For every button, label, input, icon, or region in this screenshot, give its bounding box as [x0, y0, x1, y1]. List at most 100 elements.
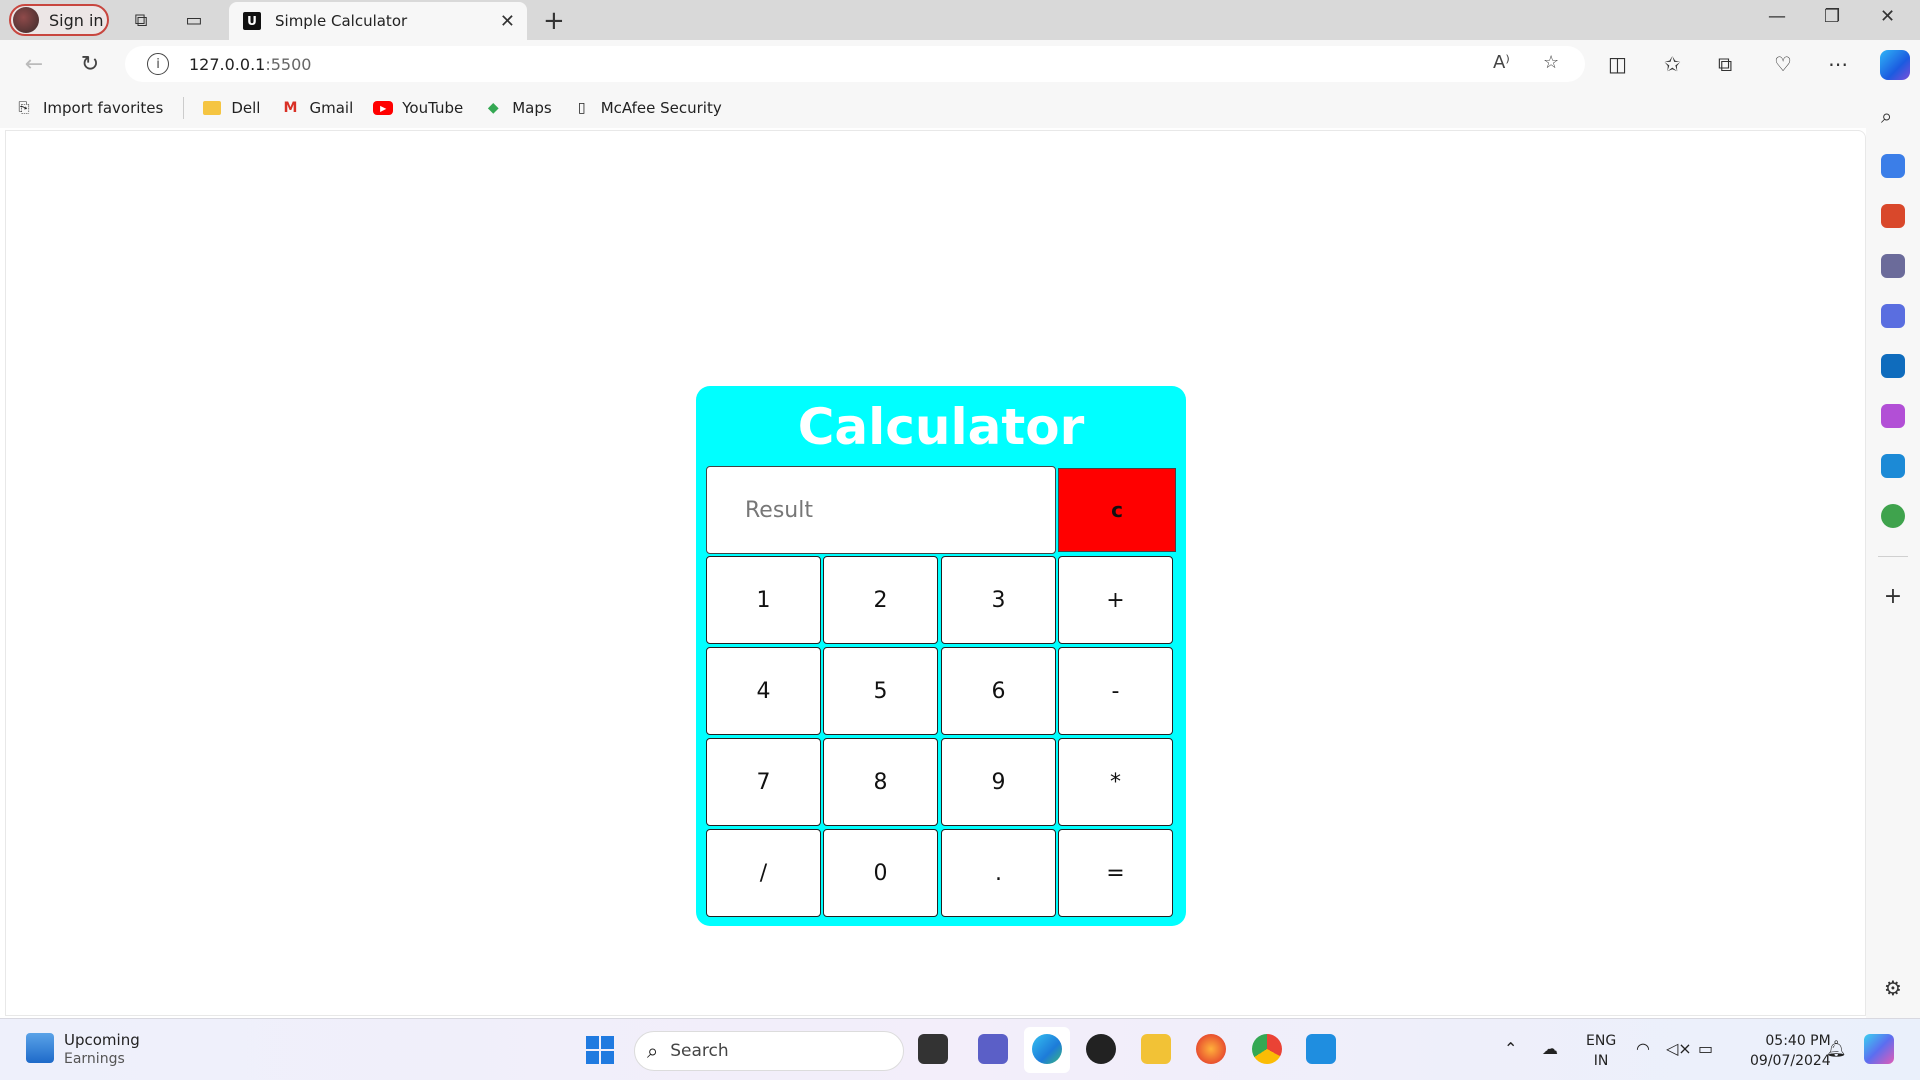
key-9-button[interactable]: 9 [941, 738, 1056, 826]
key-2-button[interactable]: 2 [823, 556, 938, 644]
key-8-button[interactable]: 8 [823, 738, 938, 826]
edge-icon[interactable] [1032, 1034, 1062, 1064]
favorite-youtube[interactable]: ▶ YouTube [373, 99, 463, 117]
more-options-icon[interactable]: ⋯ [1828, 52, 1848, 76]
favorite-label: Dell [231, 99, 261, 117]
battery-icon[interactable]: ▭ [1698, 1039, 1713, 1058]
address-bar[interactable]: i 127.0.0.1:5500 A⁾ ☆ [125, 46, 1585, 82]
key-plus-button[interactable]: + [1058, 556, 1173, 644]
tab-actions-icon[interactable]: ▭ [182, 8, 206, 32]
vscode-icon[interactable] [1306, 1034, 1336, 1064]
calculator-panel: Calculator c 123+456- 789* /0.= [696, 386, 1186, 926]
language-indicator[interactable]: ENG IN [1586, 1031, 1616, 1071]
games-icon[interactable] [1881, 254, 1905, 278]
workspaces-icon[interactable]: ⧉ [129, 8, 153, 32]
shopping-icon[interactable] [1881, 154, 1905, 178]
widget-subtitle[interactable]: Earnings [64, 1051, 125, 1067]
youtube-icon: ▶ [373, 99, 394, 117]
tab-favicon: U [243, 12, 261, 30]
favorite-gmail[interactable]: M Gmail [280, 99, 354, 117]
favorite-maps[interactable]: ◆ Maps [483, 99, 552, 117]
widget-title[interactable]: Upcoming [64, 1031, 140, 1049]
search-icon: ⌕ [647, 1039, 659, 1063]
designer-icon[interactable] [1881, 404, 1905, 428]
task-view-icon[interactable] [918, 1034, 948, 1064]
close-tab-icon[interactable]: ✕ [500, 11, 515, 32]
favorite-mcafee[interactable]: ▯ McAfee Security [572, 99, 722, 117]
favorite-star-icon[interactable]: ☆ [1543, 52, 1559, 73]
sign-in-button[interactable]: Sign in [9, 4, 109, 36]
key-7-button[interactable]: 7 [706, 738, 821, 826]
settings-gear-icon[interactable]: ⚙ [1881, 976, 1905, 1000]
url-port: :5500 [265, 54, 312, 74]
windows-start-icon[interactable] [586, 1036, 614, 1064]
key-multiply-button[interactable]: * [1058, 738, 1173, 826]
firefox-icon[interactable] [1196, 1034, 1226, 1064]
outlook-icon[interactable] [1881, 354, 1905, 378]
sidebar-divider [1878, 556, 1908, 557]
restore-icon[interactable]: ❐ [1824, 6, 1840, 27]
result-input[interactable] [706, 466, 1056, 554]
date-text: 09/07/2024 [1750, 1053, 1831, 1069]
sign-in-label: Sign in [49, 10, 104, 30]
copilot-taskbar-icon[interactable] [1864, 1034, 1894, 1064]
key-decimal-button[interactable]: . [941, 829, 1056, 917]
key-divide-button[interactable]: / [706, 829, 821, 917]
collections-icon[interactable]: ⧉ [1718, 52, 1732, 76]
clear-button[interactable]: c [1058, 468, 1176, 552]
edge-sidebar: ⌕ + ⚙ [1866, 88, 1920, 1018]
new-tab-icon[interactable]: + [543, 6, 565, 36]
earnings-widget-icon[interactable] [26, 1033, 54, 1063]
teams-icon[interactable] [978, 1034, 1008, 1064]
chrome-icon[interactable] [1252, 1034, 1282, 1064]
file-explorer-icon[interactable] [1141, 1034, 1171, 1064]
page-icon: ▯ [577, 100, 586, 116]
folder-icon [202, 99, 222, 117]
close-window-icon[interactable]: ✕ [1880, 6, 1895, 27]
minimize-icon[interactable]: — [1768, 6, 1786, 27]
wifi-icon[interactable]: ◠ [1636, 1039, 1650, 1058]
dell-icon[interactable] [1086, 1034, 1116, 1064]
key-4-button[interactable]: 4 [706, 647, 821, 735]
maps-icon: ◆ [487, 100, 499, 116]
key-5-button[interactable]: 5 [823, 647, 938, 735]
notification-bell-icon[interactable]: 🔔︎ [1826, 1039, 1846, 1058]
clock[interactable]: 05:40 PM 09/07/2024 [1750, 1031, 1831, 1071]
favorites-icon[interactable]: ✩ [1664, 52, 1681, 76]
back-icon[interactable]: ← [20, 50, 48, 78]
chevron-up-icon[interactable]: ⌃ [1504, 1039, 1517, 1058]
key-6-button[interactable]: 6 [941, 647, 1056, 735]
key-equals-button[interactable]: = [1058, 829, 1173, 917]
favorite-label: Gmail [309, 99, 354, 117]
read-aloud-icon[interactable]: A⁾ [1493, 52, 1510, 73]
tab-simple-calculator[interactable]: U Simple Calculator ✕ [229, 2, 527, 40]
split-screen-icon[interactable]: ◫ [1608, 52, 1627, 76]
divider [183, 97, 185, 119]
browser-essentials-icon[interactable]: ♡ [1774, 52, 1792, 76]
favorite-label: McAfee Security [600, 99, 722, 117]
key-1-button[interactable]: 1 [706, 556, 821, 644]
tools-icon[interactable] [1881, 204, 1905, 228]
add-icon[interactable]: + [1881, 584, 1905, 609]
url-text[interactable]: 127.0.0.1:5500 [189, 55, 311, 74]
key-minus-button[interactable]: - [1058, 647, 1173, 735]
favorite-dell[interactable]: Dell [202, 99, 260, 117]
site-info-icon[interactable]: i [147, 53, 169, 75]
favorite-label: YouTube [402, 99, 464, 117]
refresh-icon[interactable]: ↻ [76, 50, 104, 78]
onedrive-icon[interactable]: ☁ [1542, 1039, 1558, 1058]
volume-muted-icon[interactable]: ◁× [1666, 1039, 1692, 1058]
import-icon: ⎘ [18, 100, 30, 116]
taskbar-search[interactable]: ⌕ Search [634, 1031, 904, 1071]
key-3-button[interactable]: 3 [941, 556, 1056, 644]
search-icon[interactable]: ⌕ [1881, 104, 1905, 128]
url-host: 127.0.0.1 [189, 54, 266, 74]
address-bar-row: ← ↻ i 127.0.0.1:5500 A⁾ ☆ ◫ ✩ ⧉ ♡ ⋯ [0, 40, 1920, 88]
taskbar: Upcoming Earnings ⌕ Search ⌃ ☁ ENG IN ◠ … [0, 1018, 1920, 1080]
microsoft-365-icon[interactable] [1881, 304, 1905, 328]
copilot-icon[interactable] [1880, 50, 1910, 80]
send-icon[interactable] [1881, 454, 1905, 478]
tree-icon[interactable] [1881, 504, 1905, 528]
key-0-button[interactable]: 0 [823, 829, 938, 917]
favorite-import[interactable]: ⎘ Import favorites [14, 99, 163, 117]
